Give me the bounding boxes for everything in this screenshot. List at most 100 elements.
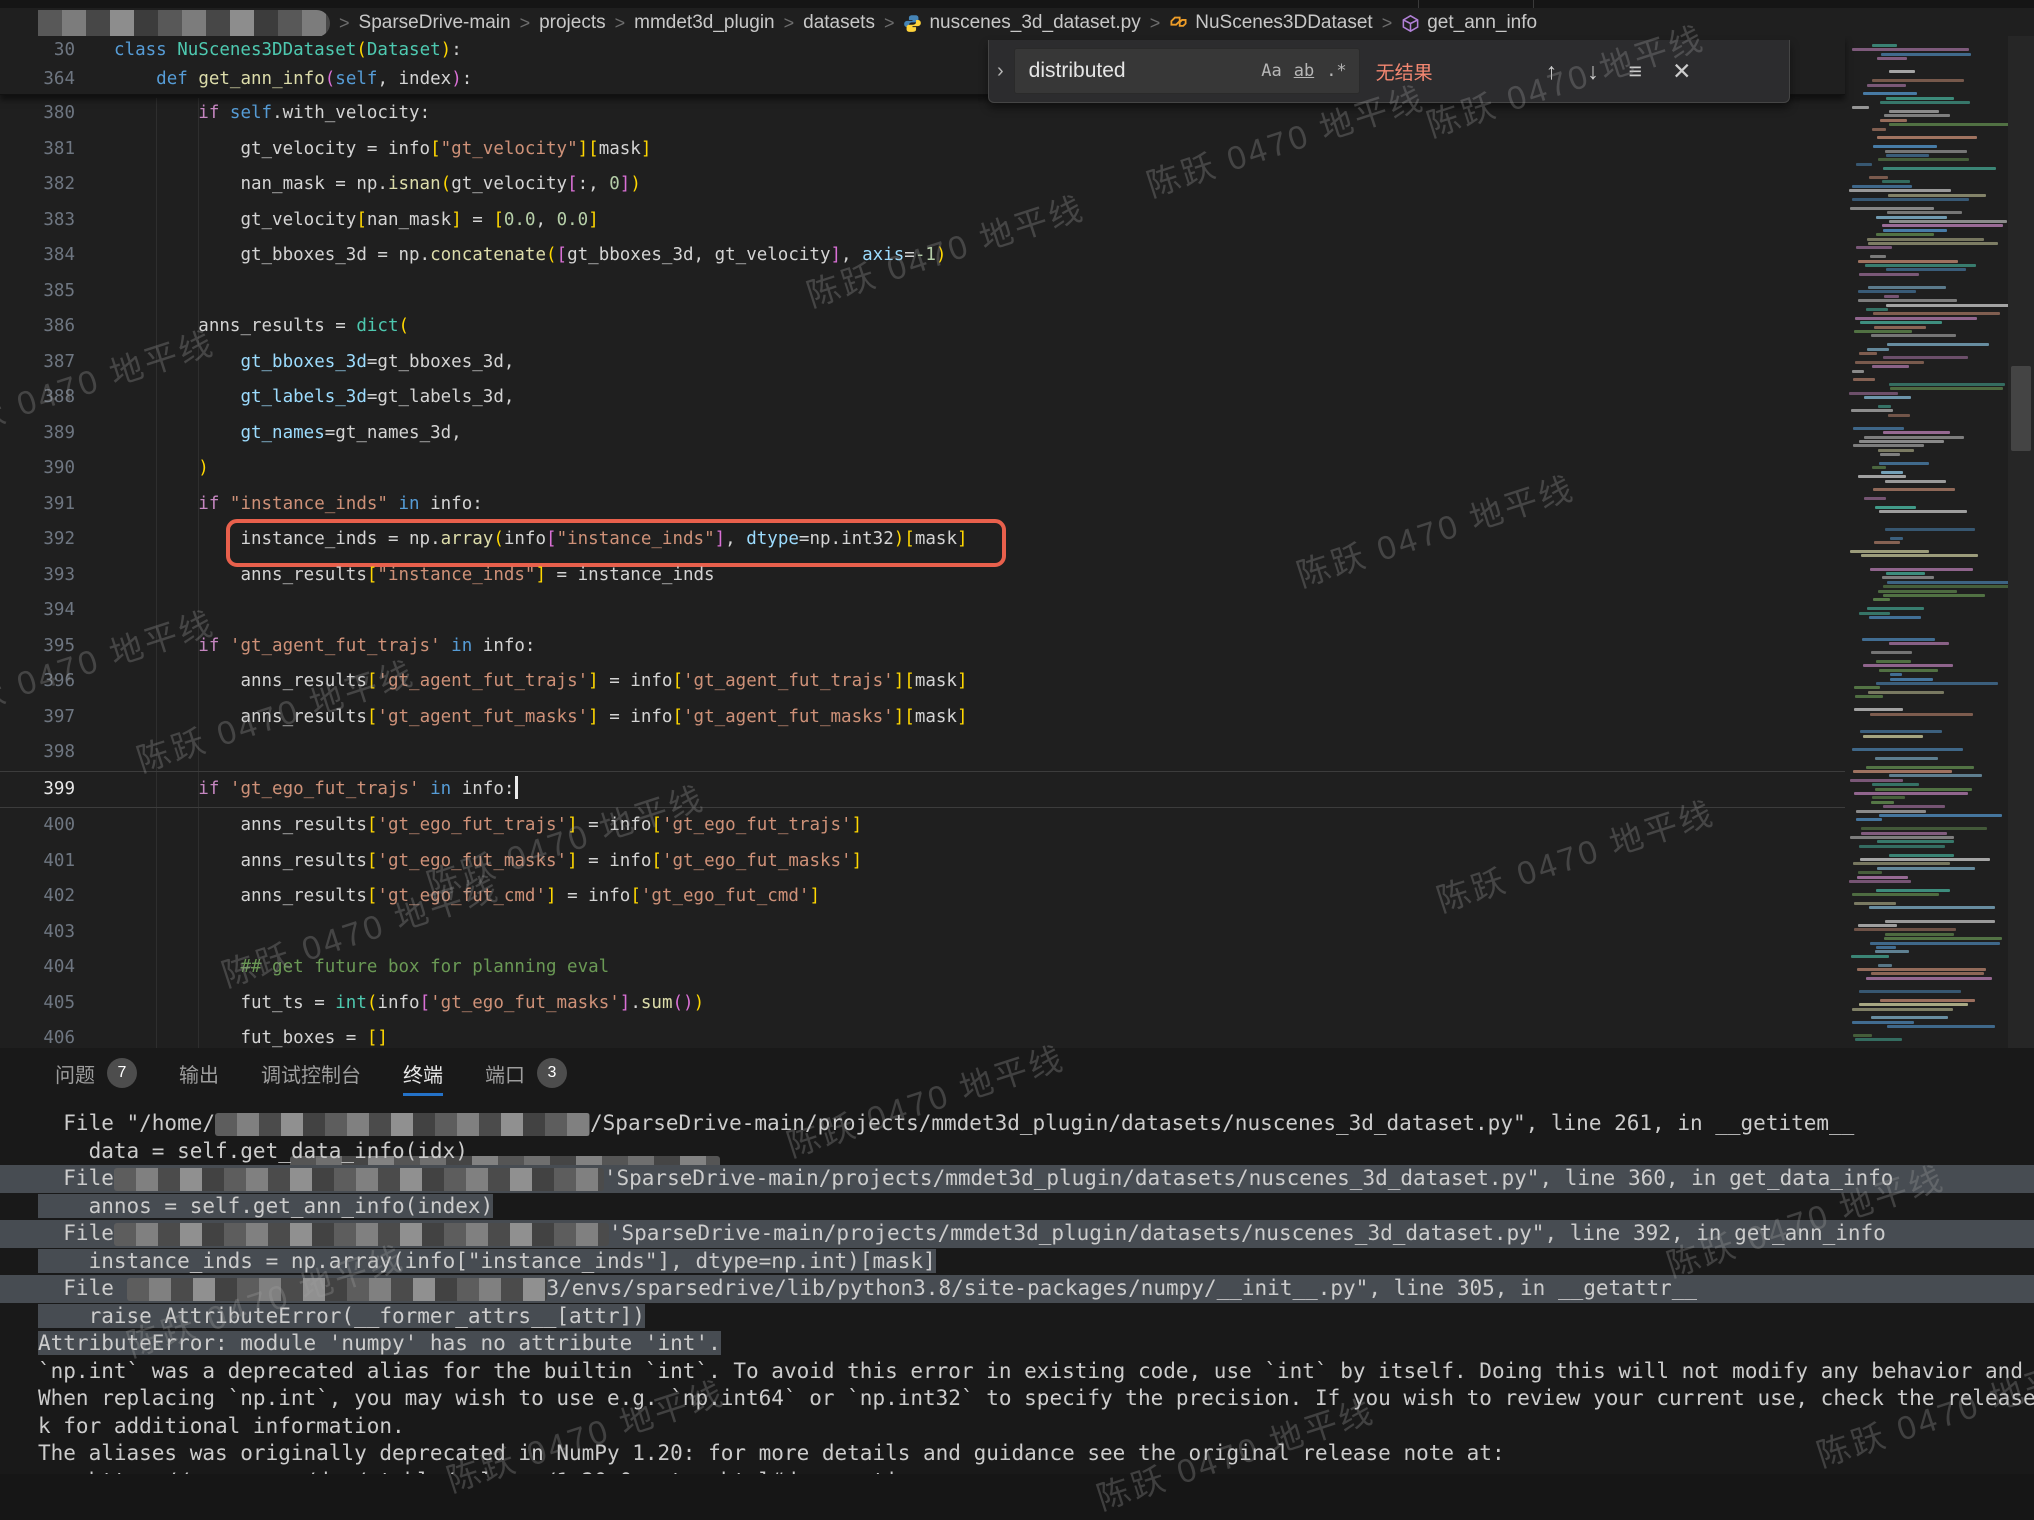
terminal-line[interactable]: File "/home//SparseDrive-main/projects/m… — [0, 1110, 2034, 1138]
line-number[interactable]: 393 — [0, 558, 75, 594]
line-number[interactable]: 388 — [0, 380, 75, 416]
code-line[interactable]: 385 — [0, 274, 1845, 310]
breadcrumb-item[interactable]: projects — [539, 12, 606, 34]
terminal-line[interactable]: When replacing `np.int`, you may wish to… — [0, 1385, 2034, 1413]
editor-scrollbar[interactable] — [2008, 36, 2034, 1048]
line-number[interactable]: 401 — [0, 844, 75, 880]
line-number[interactable]: 395 — [0, 629, 75, 665]
line-number[interactable]: 402 — [0, 879, 75, 915]
terminal-line[interactable]: data = self.get_data_info(idx) — [0, 1138, 2034, 1166]
code-line[interactable]: 401 anns_results['gt_ego_fut_masks'] = i… — [0, 844, 1845, 880]
line-number[interactable]: 387 — [0, 345, 75, 381]
line-number[interactable]: 405 — [0, 986, 75, 1022]
line-number[interactable]: 386 — [0, 309, 75, 345]
breadcrumb-censored-item[interactable] — [38, 10, 330, 37]
minimap[interactable] — [1845, 36, 2008, 1048]
line-number[interactable]: 397 — [0, 700, 75, 736]
breadcrumb-item[interactable]: datasets — [803, 12, 875, 34]
code-line[interactable]: 403 — [0, 915, 1845, 951]
code-editor[interactable]: 380 if self.with_velocity:381 gt_velocit… — [0, 36, 2034, 1048]
breadcrumb-item[interactable]: get_ann_info — [1401, 12, 1537, 34]
terminal-line[interactable]: k for additional information. — [0, 1413, 2034, 1441]
terminal-line[interactable]: https://numpy.org/doc/stable/release/1.2… — [0, 1468, 2034, 1475]
match-case-toggle[interactable]: Aa — [1261, 61, 1281, 81]
terminal-line[interactable]: `np.int` was a deprecated alias for the … — [0, 1358, 2034, 1386]
code-line[interactable]: 396 anns_results['gt_agent_fut_trajs'] =… — [0, 664, 1845, 700]
code-line[interactable]: 391 if "instance_inds" in info: — [0, 487, 1845, 523]
line-number[interactable]: 380 — [0, 96, 75, 132]
code-line[interactable]: 381 gt_velocity = info["gt_velocity"][ma… — [0, 132, 1845, 168]
terminal-line[interactable]: File 3/envs/sparsedrive/lib/python3.8/si… — [0, 1275, 2034, 1303]
code-token: isnan — [388, 174, 441, 194]
breadcrumb-item[interactable]: SparseDrive-main — [359, 12, 511, 34]
terminal-line[interactable]: AttributeError: module 'numpy' has no at… — [0, 1330, 2034, 1358]
line-number[interactable]: 390 — [0, 451, 75, 487]
breadcrumb-item[interactable]: NuScenes3DDataset — [1169, 12, 1372, 34]
line-number[interactable]: 391 — [0, 487, 75, 523]
code-line[interactable]: 406 fut_boxes = [] — [0, 1021, 1845, 1048]
code-line[interactable]: 402 anns_results['gt_ego_fut_cmd'] = inf… — [0, 879, 1845, 915]
line-number[interactable]: 382 — [0, 167, 75, 203]
code-line[interactable]: 397 anns_results['gt_agent_fut_masks'] =… — [0, 700, 1845, 736]
code-line[interactable]: 386 anns_results = dict( — [0, 309, 1845, 345]
line-number[interactable]: 384 — [0, 238, 75, 274]
find-query-text[interactable]: distributed — [1029, 59, 1262, 83]
code-line[interactable]: 389 gt_names=gt_names_3d, — [0, 416, 1845, 452]
next-match-button[interactable]: ↓ — [1587, 60, 1599, 83]
minimap-line — [1877, 840, 1954, 843]
panel-tab-端口[interactable]: 端口3 — [485, 1048, 567, 1098]
code-line[interactable]: 393 anns_results["instance_inds"] = inst… — [0, 558, 1845, 594]
code-line[interactable]: 388 gt_labels_3d=gt_labels_3d, — [0, 380, 1845, 416]
line-number[interactable]: 364 — [0, 65, 75, 94]
line-number[interactable]: 385 — [0, 274, 75, 310]
panel-tab-终端[interactable]: 终端 — [403, 1048, 443, 1098]
line-number[interactable]: 30 — [0, 36, 75, 65]
find-input[interactable]: distributed Aa ab .* — [1014, 48, 1360, 94]
terminal-line[interactable]: File'SparseDrive-main/projects/mmdet3d_p… — [0, 1165, 2034, 1193]
line-number[interactable]: 400 — [0, 808, 75, 844]
line-number[interactable]: 394 — [0, 593, 75, 629]
code-token: concatenate — [430, 245, 546, 265]
panel-tab-调试控制台[interactable]: 调试控制台 — [261, 1048, 361, 1098]
close-find-button[interactable]: ✕ — [1672, 60, 1691, 83]
terminal-line[interactable]: File'SparseDrive-main/projects/mmdet3d_p… — [0, 1220, 2034, 1248]
terminal[interactable]: File "/home//SparseDrive-main/projects/m… — [0, 1110, 2034, 1474]
code-line[interactable]: 395 if 'gt_agent_fut_trajs' in info: — [0, 629, 1845, 665]
code-line[interactable]: 387 gt_bboxes_3d=gt_bboxes_3d, — [0, 345, 1845, 381]
scrollbar-thumb[interactable] — [2011, 366, 2031, 451]
find-in-selection-button[interactable]: ≡ — [1629, 60, 1642, 83]
code-line[interactable]: 405 fut_ts = int(info['gt_ego_fut_masks'… — [0, 986, 1845, 1022]
code-line[interactable]: 390 ) — [0, 451, 1845, 487]
line-number[interactable]: 399 — [0, 772, 75, 808]
code-line[interactable]: 394 — [0, 593, 1845, 629]
breadcrumb-item[interactable]: nuscenes_3d_dataset.py — [903, 12, 1140, 34]
code-line[interactable]: 399 if 'gt_ego_fut_trajs' in info: — [0, 771, 1845, 809]
line-number[interactable]: 381 — [0, 132, 75, 168]
line-number[interactable]: 404 — [0, 950, 75, 986]
panel-tab-输出[interactable]: 输出 — [179, 1048, 219, 1098]
code-line[interactable]: 392 instance_inds = np.array(info["insta… — [0, 522, 1845, 558]
previous-match-button[interactable]: ↑ — [1546, 60, 1558, 83]
terminal-line[interactable]: instance_inds = np.array(info["instance_… — [0, 1248, 2034, 1276]
toggle-replace-icon[interactable]: › — [989, 60, 1014, 83]
terminal-line[interactable]: raise AttributeError(__former_attrs__[at… — [0, 1303, 2034, 1331]
code-line[interactable]: 398 — [0, 735, 1845, 771]
code-line[interactable]: 383 gt_velocity[nan_mask] = [0.0, 0.0] — [0, 203, 1845, 239]
line-number[interactable]: 396 — [0, 664, 75, 700]
line-number[interactable]: 398 — [0, 735, 75, 771]
code-line[interactable]: 400 anns_results['gt_ego_fut_trajs'] = i… — [0, 808, 1845, 844]
terminal-line[interactable]: annos = self.get_ann_info(index) — [0, 1193, 2034, 1221]
panel-tab-问题[interactable]: 问题7 — [55, 1048, 137, 1098]
line-number[interactable]: 392 — [0, 522, 75, 558]
code-line[interactable]: 384 gt_bboxes_3d = np.concatenate([gt_bb… — [0, 238, 1845, 274]
line-number[interactable]: 389 — [0, 416, 75, 452]
code-line[interactable]: 382 nan_mask = np.isnan(gt_velocity[:, 0… — [0, 167, 1845, 203]
line-number[interactable]: 403 — [0, 915, 75, 951]
whole-word-toggle[interactable]: ab — [1294, 61, 1314, 81]
breadcrumb-item[interactable]: mmdet3d_plugin — [634, 12, 774, 34]
line-number[interactable]: 406 — [0, 1021, 75, 1048]
regex-toggle[interactable]: .* — [1326, 61, 1346, 81]
line-number[interactable]: 383 — [0, 203, 75, 239]
terminal-line[interactable]: The aliases was originally deprecated in… — [0, 1440, 2034, 1468]
code-line[interactable]: 404 ## get future box for planning eval — [0, 950, 1845, 986]
